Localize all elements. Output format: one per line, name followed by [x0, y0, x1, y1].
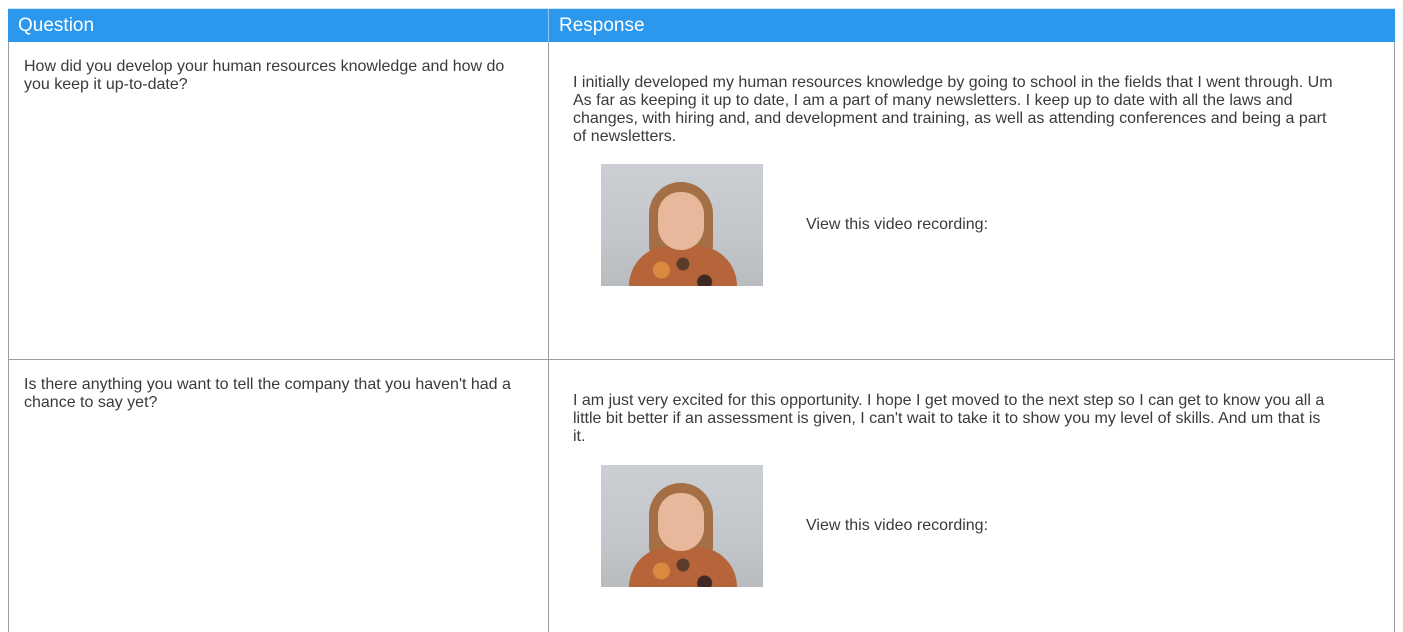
video-recording: View this video recording:	[601, 465, 1374, 587]
video-thumbnail[interactable]	[601, 465, 763, 587]
table-row: How did you develop your human resources…	[8, 42, 1395, 360]
response-cell: I initially developed my human resources…	[549, 42, 1394, 359]
table-row: Is there anything you want to tell the c…	[8, 360, 1395, 632]
question-text: Is there anything you want to tell the c…	[24, 376, 511, 411]
video-thumbnail[interactable]	[601, 164, 763, 286]
question-cell: How did you develop your human resources…	[9, 42, 549, 359]
video-recording-label: View this video recording:	[806, 517, 989, 534]
question-text: How did you develop your human resources…	[24, 58, 505, 93]
video-recording-label: View this video recording:	[806, 216, 989, 233]
response-column-header: Response	[559, 15, 645, 36]
video-recording: View this video recording:	[601, 164, 1374, 286]
question-column-header: Question	[8, 9, 549, 42]
table-header: Question Response	[8, 8, 1395, 42]
response-text: I am just very excited for this opportun…	[573, 392, 1325, 445]
question-cell: Is there anything you want to tell the c…	[9, 360, 549, 632]
response-text: I initially developed my human resources…	[573, 74, 1333, 145]
qa-table: Question Response How did you develop yo…	[8, 8, 1395, 632]
response-cell: I am just very excited for this opportun…	[549, 360, 1394, 632]
